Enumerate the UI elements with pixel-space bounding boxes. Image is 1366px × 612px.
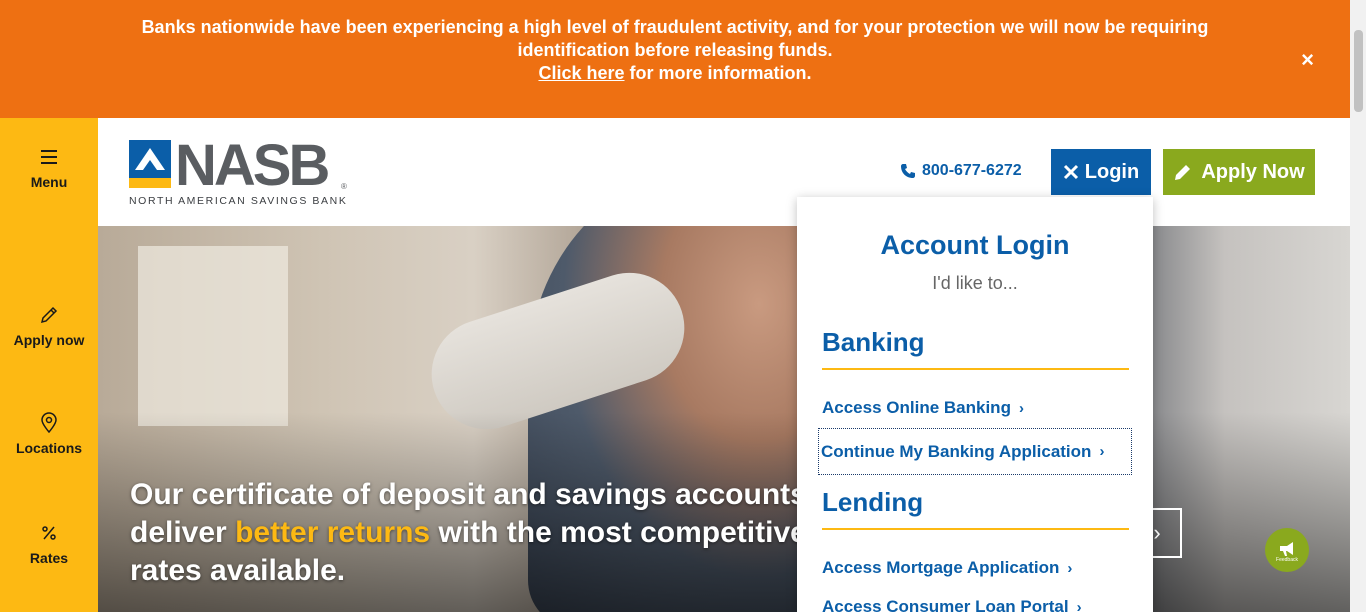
hero-text-part3: rates available.: [130, 554, 346, 587]
sidebar-item-rates[interactable]: Rates: [0, 522, 98, 566]
fraud-alert-banner: Banks nationwide have been experiencing …: [0, 0, 1350, 118]
hero-text-part2-post: with the most competitive: [430, 516, 807, 549]
left-sidebar: Menu Apply now Locations Rates: [0, 118, 98, 612]
alert-text-line3: Click here for more information.: [0, 62, 1350, 85]
chevron-right-icon: ›: [1076, 598, 1082, 612]
sidebar-item-menu[interactable]: Menu: [0, 146, 98, 190]
login-button[interactable]: Login: [1051, 149, 1151, 195]
apply-now-button[interactable]: Apply Now: [1163, 149, 1315, 195]
pencil-icon: [40, 306, 58, 324]
dropdown-subtitle: I'd like to...: [932, 273, 1018, 293]
logo-subtitle: NORTH AMERICAN SAVINGS BANK: [129, 195, 348, 207]
scrollbar-thumb[interactable]: [1354, 30, 1363, 112]
chevron-right-icon: ›: [1099, 443, 1105, 460]
login-button-label: Login: [1084, 160, 1140, 183]
hero-background-window: [138, 246, 288, 426]
chevron-right-icon: ›: [1153, 520, 1161, 545]
hero-text-part1: Our certificate of deposit and savings a…: [130, 478, 807, 511]
hero-text-part2-pre: deliver: [130, 516, 236, 549]
logo-registered-mark: ®: [341, 182, 347, 191]
phone-icon: [901, 164, 915, 178]
banking-heading: Banking: [822, 327, 1129, 370]
apply-now-button-label: Apply Now: [1201, 160, 1305, 183]
access-online-banking-link[interactable]: Access Online Banking ›: [822, 398, 1024, 418]
sidebar-item-label: Apply now: [13, 332, 85, 348]
map-pin-icon: [41, 412, 57, 434]
chevron-right-icon: ›: [1067, 559, 1073, 577]
nasb-logo[interactable]: NASB ® NORTH AMERICAN SAVINGS BANK: [129, 133, 349, 207]
logo-mark-icon: [129, 140, 171, 188]
sidebar-item-label: Rates: [29, 550, 69, 566]
megaphone-icon: [1280, 542, 1293, 556]
alert-text-line1: Banks nationwide have been experiencing …: [141, 17, 1209, 37]
alert-text-line2: identification before releasing funds.: [517, 40, 833, 60]
alert-close-button[interactable]: ×: [1301, 48, 1314, 71]
page-scrollbar[interactable]: [1350, 0, 1366, 612]
link-label: Access Mortgage Application: [822, 558, 1060, 577]
sidebar-item-locations[interactable]: Locations: [0, 412, 98, 456]
continue-banking-application-link[interactable]: Continue My Banking Application ›: [818, 428, 1132, 475]
logo-wordmark: NASB: [175, 133, 330, 198]
access-consumer-loan-portal-link[interactable]: Access Consumer Loan Portal ›: [822, 597, 1082, 612]
dropdown-title: Account Login: [880, 230, 1070, 260]
access-mortgage-application-link[interactable]: Access Mortgage Application ›: [822, 558, 1072, 578]
phone-link[interactable]: 800-677-6272: [900, 162, 1022, 180]
hero-headline: Our certificate of deposit and savings a…: [130, 476, 890, 590]
link-label: Access Consumer Loan Portal: [822, 597, 1069, 612]
sidebar-item-apply-now[interactable]: Apply now: [0, 304, 98, 348]
hero-text-highlight: better returns: [235, 516, 431, 549]
site-header: NASB ® NORTH AMERICAN SAVINGS BANK 800-6…: [98, 118, 1350, 226]
hero-banner: Our certificate of deposit and savings a…: [98, 226, 1350, 612]
alert-text-line3-rest: for more information.: [624, 63, 812, 83]
hamburger-icon: [41, 150, 57, 164]
alert-click-here-link[interactable]: Click here: [538, 63, 624, 83]
percent-icon: [42, 526, 56, 540]
sidebar-item-label: Locations: [15, 440, 83, 456]
feedback-label: Feedback: [1276, 557, 1298, 563]
lending-heading: Lending: [822, 487, 1129, 530]
phone-number: 800-677-6272: [922, 162, 1022, 179]
feedback-button[interactable]: Feedback: [1265, 528, 1309, 572]
sidebar-item-label: Menu: [30, 174, 68, 190]
account-login-dropdown: Account Login I'd like to... Banking Acc…: [797, 197, 1153, 612]
close-icon: [1063, 164, 1078, 180]
link-label: Continue My Banking Application: [821, 441, 1092, 461]
chevron-right-icon: ›: [1018, 399, 1024, 417]
pencil-icon: [1175, 165, 1191, 180]
link-label: Access Online Banking: [822, 398, 1011, 417]
